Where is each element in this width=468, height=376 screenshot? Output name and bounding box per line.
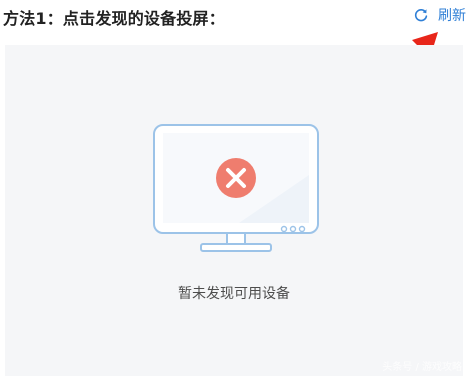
monitor-error-icon: [153, 124, 319, 252]
refresh-icon: [414, 8, 428, 22]
watermark: 头条号 / 游戏攻略: [382, 362, 462, 373]
empty-state-message: 暂未发现可用设备: [178, 286, 290, 302]
device-list-panel: 暂未发现可用设备: [5, 45, 463, 376]
page-title: 方法1：点击发现的设备投屏：: [3, 9, 225, 28]
